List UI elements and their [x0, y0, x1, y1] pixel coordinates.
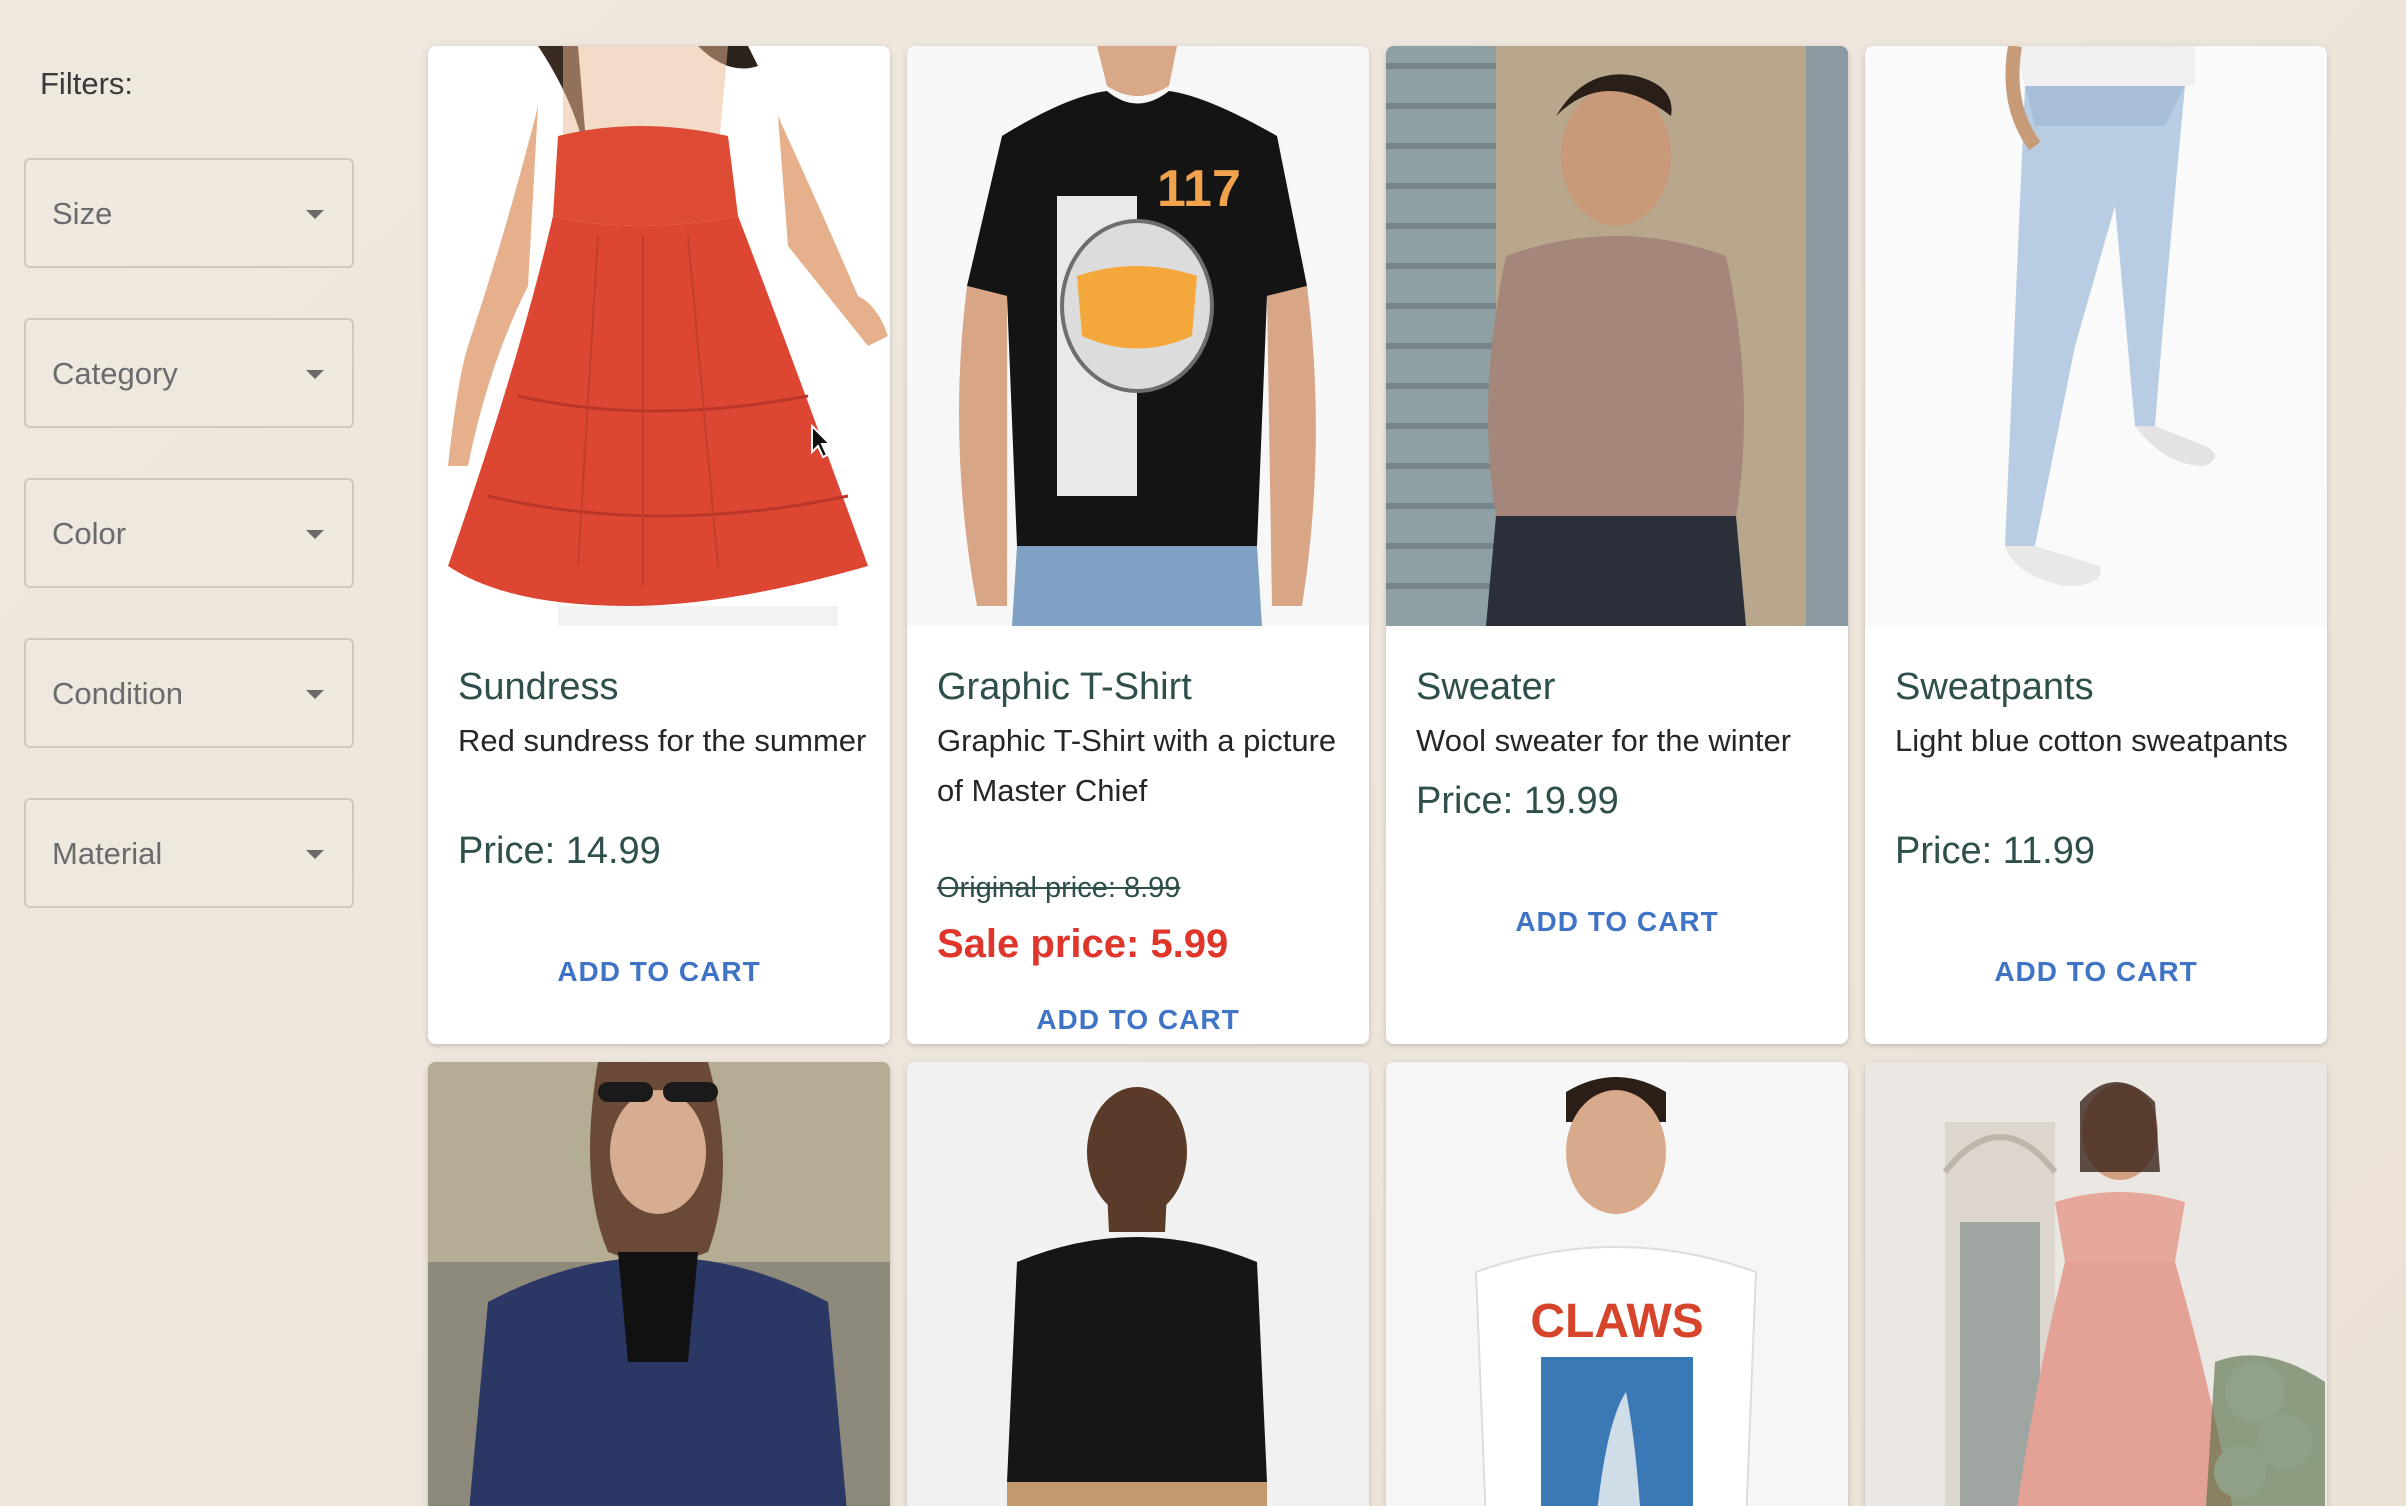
product-card-pink-dress — [1865, 1062, 2327, 1506]
product-image-claws-tshirt[interactable]: CLAWS — [1386, 1062, 1848, 1506]
add-to-cart-button[interactable]: ADD TO CART — [907, 1004, 1369, 1036]
product-description: Wool sweater for the winter — [1416, 723, 1792, 758]
chevron-down-icon — [306, 210, 324, 219]
product-image-sweater[interactable] — [1386, 46, 1848, 626]
filters-title: Filters: — [40, 66, 133, 101]
mouse-pointer-icon — [810, 423, 834, 465]
product-card-sundress: Sundress Red sundress for the summer Pri… — [428, 46, 890, 1044]
claws-print-text: CLAWS — [1530, 1295, 1703, 1348]
category-filter-label: Category — [52, 356, 178, 391]
product-card-polo — [907, 1062, 1369, 1506]
original-price: Original price: 8.99 — [937, 872, 1181, 904]
chevron-down-icon — [306, 850, 324, 859]
chevron-down-icon — [306, 690, 324, 699]
sale-price: Sale price: 5.99 — [937, 922, 1229, 966]
chevron-down-icon — [306, 370, 324, 379]
add-to-cart-button[interactable]: ADD TO CART — [1386, 906, 1848, 938]
product-title: Graphic T-Shirt — [937, 666, 1192, 708]
shop-page: Filters: Size Category Color Condition M… — [0, 0, 2406, 1506]
product-card-sweatpants: Sweatpants Light blue cotton sweatpants … — [1865, 46, 2327, 1044]
product-card-claws-tshirt: CLAWS — [1386, 1062, 1848, 1506]
product-description: Graphic T-Shirt with a picture of Master… — [937, 723, 1337, 808]
condition-filter-select[interactable]: Condition — [24, 638, 354, 748]
product-image-polo[interactable] — [907, 1062, 1369, 1506]
product-price: Price: 11.99 — [1895, 830, 2095, 872]
condition-filter-label: Condition — [52, 676, 183, 711]
add-to-cart-button[interactable]: ADD TO CART — [1865, 956, 2327, 988]
product-title: Sundress — [458, 666, 619, 708]
product-title: Sweater — [1416, 666, 1556, 708]
category-filter-select[interactable]: Category — [24, 318, 354, 428]
size-filter-select[interactable]: Size — [24, 158, 354, 268]
product-image-leather-jacket[interactable] — [428, 1062, 890, 1506]
chevron-down-icon — [306, 530, 324, 539]
color-filter-select[interactable]: Color — [24, 478, 354, 588]
add-to-cart-button[interactable]: ADD TO CART — [428, 956, 890, 988]
shirt-print-text: 117 — [1157, 160, 1241, 218]
product-description: Light blue cotton sweatpants — [1895, 723, 2288, 758]
product-description: Red sundress for the summer — [458, 723, 867, 758]
product-card-leather-jacket — [428, 1062, 890, 1506]
material-filter-select[interactable]: Material — [24, 798, 354, 908]
color-filter-label: Color — [52, 516, 127, 551]
product-price: Price: 14.99 — [458, 830, 661, 872]
material-filter-label: Material — [52, 836, 163, 871]
size-filter-label: Size — [52, 196, 113, 231]
product-card-sweater: Sweater Wool sweater for the winter Pric… — [1386, 46, 1848, 1044]
product-image-sundress[interactable] — [428, 46, 890, 626]
product-image-sweatpants[interactable] — [1865, 46, 2327, 626]
product-image-graphic-tshirt[interactable]: 117 — [907, 46, 1369, 626]
product-price: Price: 19.99 — [1416, 780, 1619, 822]
product-title: Sweatpants — [1895, 666, 2094, 708]
product-card-graphic-tshirt: 117 Graphic T-Shirt Graphic T-Shirt with… — [907, 46, 1369, 1044]
product-image-pink-dress[interactable] — [1865, 1062, 2327, 1506]
